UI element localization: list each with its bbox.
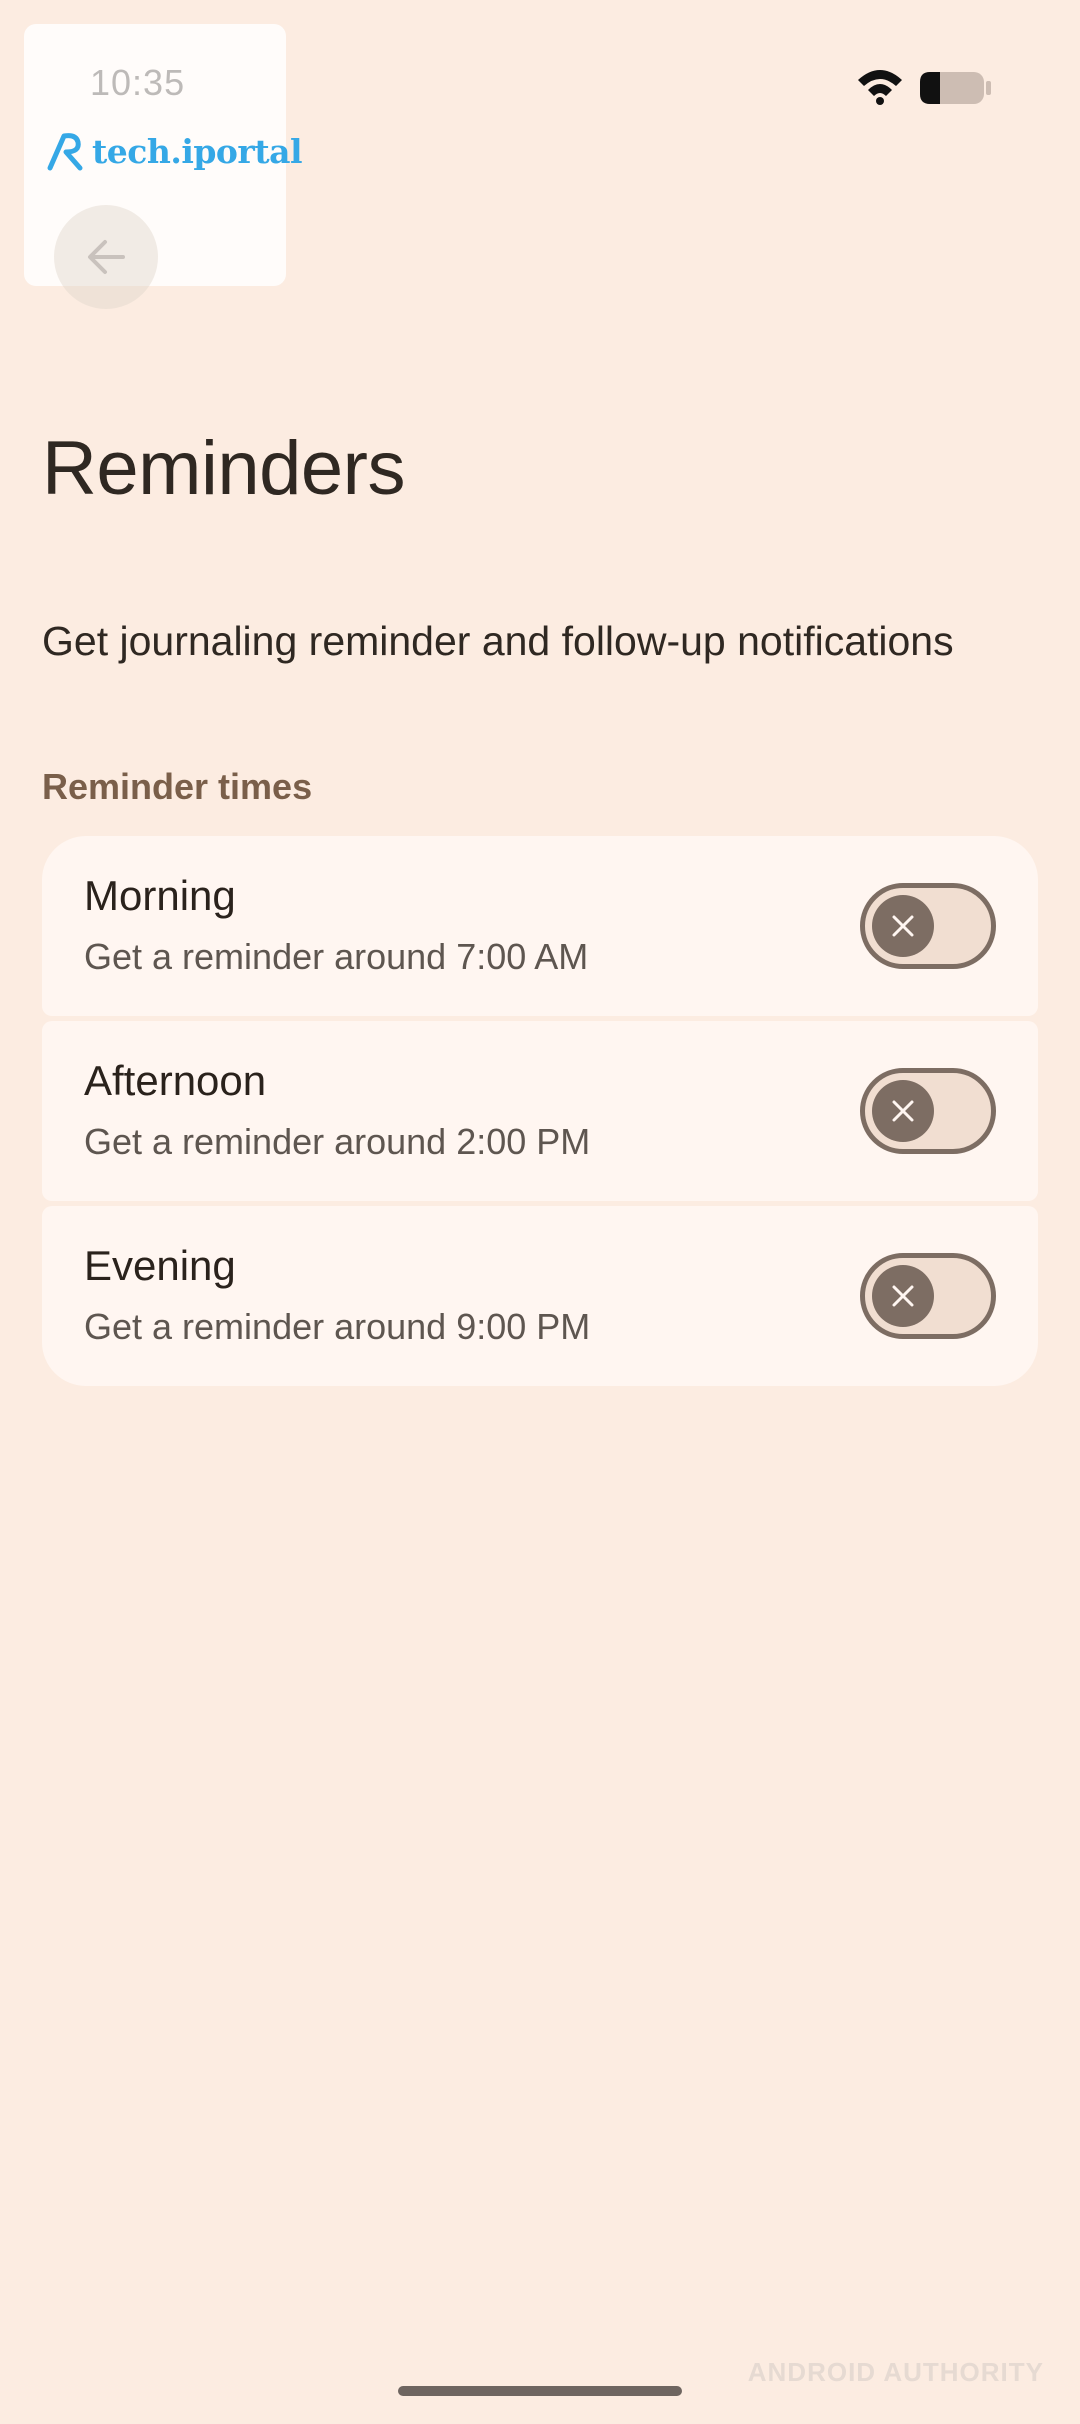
back-button[interactable] [54,205,158,309]
arrow-back-icon [88,240,125,274]
toggle-thumb [872,1265,934,1327]
brand-text: tech.iportal [92,131,302,171]
reminder-title: Morning [84,872,236,919]
evening-toggle[interactable] [860,1253,996,1339]
reminder-title: Afternoon [84,1057,267,1104]
brand-mark-icon [47,133,83,171]
reminder-subtitle: Get a reminder around 2:00 PM [84,1121,591,1162]
reminder-title: Evening [84,1242,236,1289]
close-icon [892,1285,914,1307]
reminder-subtitle: Get a reminder around 9:00 PM [84,1306,591,1347]
home-indicator[interactable] [398,2386,682,2396]
battery-icon [920,72,991,104]
wifi-icon [858,70,902,105]
reminder-subtitle: Get a reminder around 7:00 AM [84,936,589,977]
toggle-thumb [872,895,934,957]
page-description: Get journaling reminder and follow-up no… [42,618,954,664]
status-time: 10:35 [90,62,186,103]
reminder-row-afternoon[interactable]: Afternoon Get a reminder around 2:00 PM [42,1021,1038,1201]
close-icon [892,915,914,937]
reminder-row-morning[interactable]: Morning Get a reminder around 7:00 AM [42,836,1038,1016]
afternoon-toggle[interactable] [860,1068,996,1154]
close-icon [892,1100,914,1122]
section-label-reminder-times: Reminder times [42,766,313,807]
page-title: Reminders [42,426,405,511]
toggle-thumb [872,1080,934,1142]
reminder-row-evening[interactable]: Evening Get a reminder around 9:00 PM [42,1206,1038,1386]
morning-toggle[interactable] [860,883,996,969]
watermark: ANDROID AUTHORITY [747,2357,1044,2387]
status-bar: 10:35 tech.iportal [0,0,1080,286]
brand-logo: tech.iportal [42,128,302,174]
reminder-list: Morning Get a reminder around 7:00 AM Af… [42,836,1038,1386]
